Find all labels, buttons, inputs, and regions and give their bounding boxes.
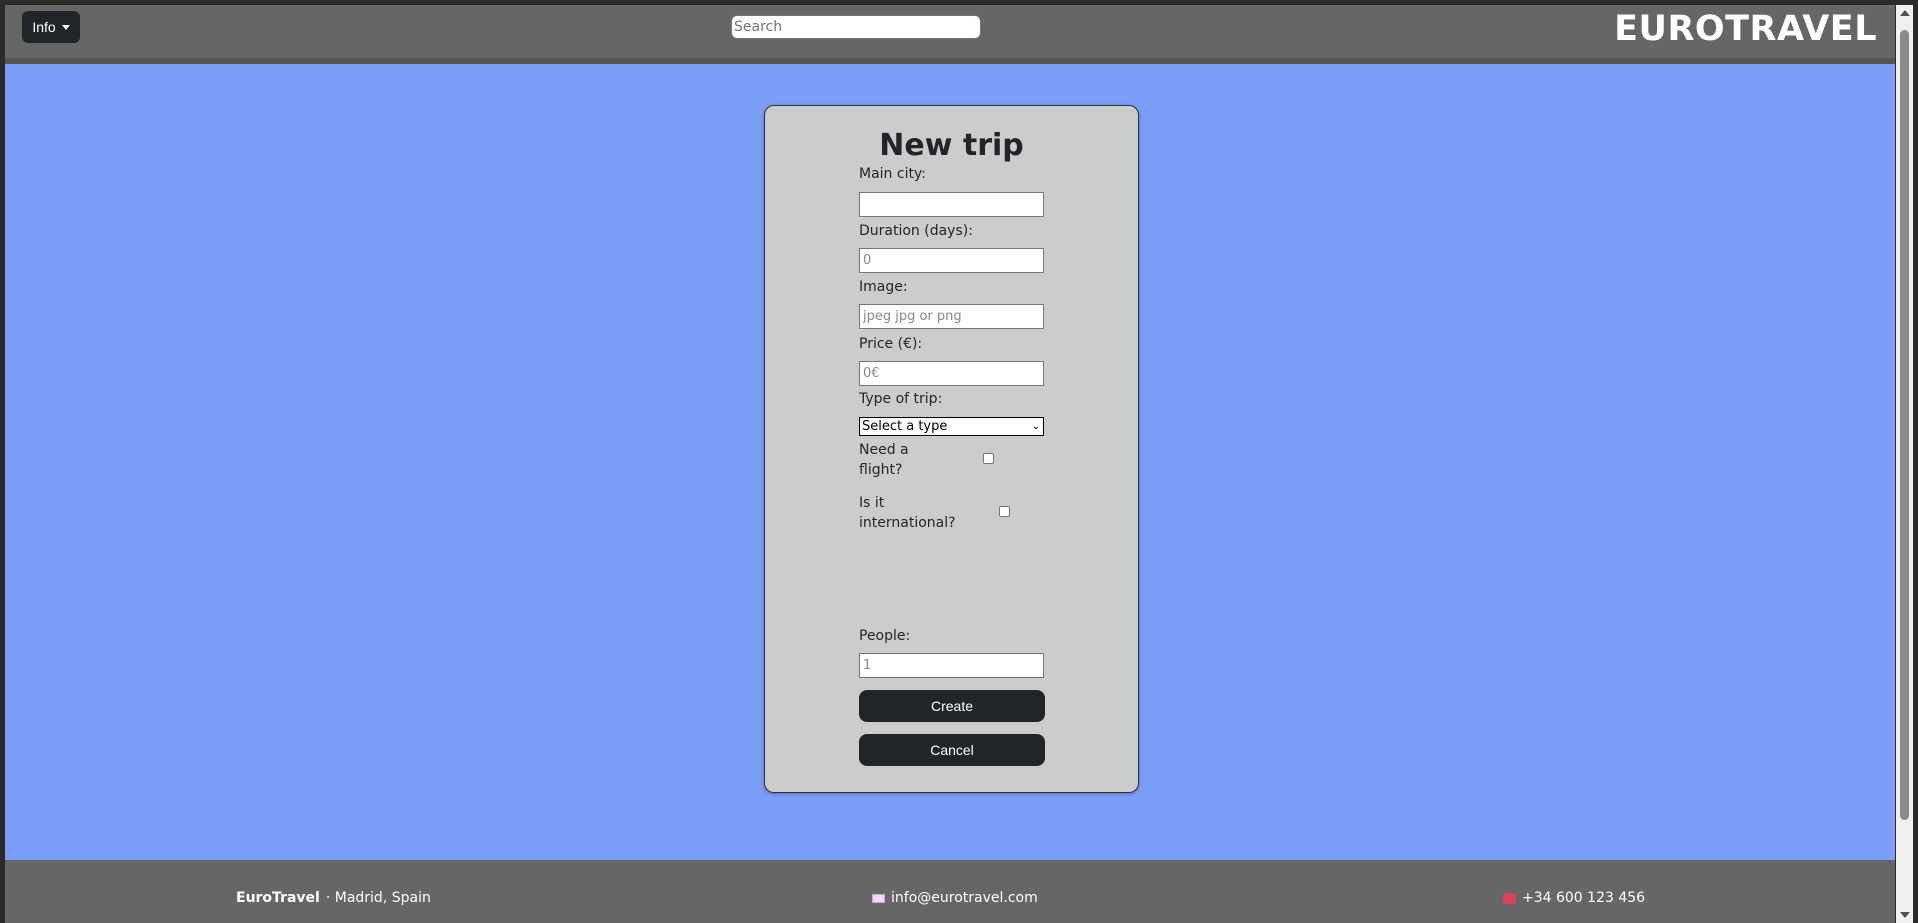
international-label: Is it international?	[859, 493, 956, 533]
brand-logo[interactable]: EUROTRAVEL	[1614, 9, 1877, 49]
footer-phone-text[interactable]: +34 600 123 456	[1522, 890, 1645, 906]
need-flight-label: Need a flight?	[859, 440, 909, 480]
trip-type-select[interactable]: Select a type ⌄	[859, 417, 1044, 436]
people-input[interactable]	[859, 653, 1044, 678]
footer: EuroTravel · Madrid, Spain info@eurotrav…	[5, 860, 1895, 923]
people-label: People:	[859, 628, 911, 644]
need-flight-label-line2: flight?	[859, 462, 903, 478]
info-dropdown-button[interactable]: Info	[22, 11, 80, 43]
cancel-button[interactable]: Cancel	[859, 734, 1045, 766]
search-input[interactable]	[731, 15, 981, 39]
scroll-down-arrow-icon[interactable]	[1900, 912, 1910, 918]
footer-location: · Madrid, Spain	[325, 890, 431, 906]
image-label: Image:	[859, 279, 908, 295]
scrollbar-thumb[interactable]	[1900, 30, 1909, 820]
chevron-down-icon: ⌄	[1031, 421, 1040, 432]
vertical-scrollbar[interactable]	[1896, 5, 1913, 923]
page-viewport: Info EUROTRAVEL New trip Main city: Dura…	[5, 5, 1895, 923]
trip-type-label: Type of trip:	[859, 391, 943, 407]
international-label-line2: international?	[859, 515, 956, 531]
navbar: Info EUROTRAVEL	[5, 5, 1895, 64]
new-trip-form: New trip Main city: Duration (days): Ima…	[764, 105, 1139, 793]
need-flight-label-line1: Need a	[859, 442, 909, 458]
caret-down-icon	[61, 25, 70, 30]
footer-phone[interactable]: +34 600 123 456	[1503, 890, 1645, 906]
price-input[interactable]	[859, 361, 1044, 386]
telephone-icon	[1503, 892, 1516, 904]
footer-email-text[interactable]: info@eurotravel.com	[891, 890, 1038, 906]
image-input[interactable]	[859, 304, 1044, 329]
create-button[interactable]: Create	[859, 690, 1045, 722]
trip-type-selected-value: Select a type	[862, 419, 948, 434]
envelope-icon	[872, 893, 885, 903]
footer-company-name: EuroTravel	[236, 890, 320, 906]
main-city-label: Main city:	[859, 166, 926, 182]
footer-company: EuroTravel · Madrid, Spain	[236, 890, 431, 906]
international-label-line1: Is it	[859, 495, 885, 511]
footer-email[interactable]: info@eurotravel.com	[872, 890, 1038, 906]
need-flight-checkbox[interactable]	[983, 453, 994, 464]
info-dropdown-label: Info	[32, 19, 56, 35]
duration-label: Duration (days):	[859, 223, 973, 239]
scroll-up-arrow-icon[interactable]	[1900, 10, 1910, 16]
price-label: Price (€):	[859, 336, 923, 352]
main-city-input[interactable]	[859, 192, 1044, 217]
duration-input[interactable]	[859, 248, 1044, 273]
international-checkbox[interactable]	[999, 506, 1010, 517]
form-title: New trip	[879, 128, 1024, 163]
